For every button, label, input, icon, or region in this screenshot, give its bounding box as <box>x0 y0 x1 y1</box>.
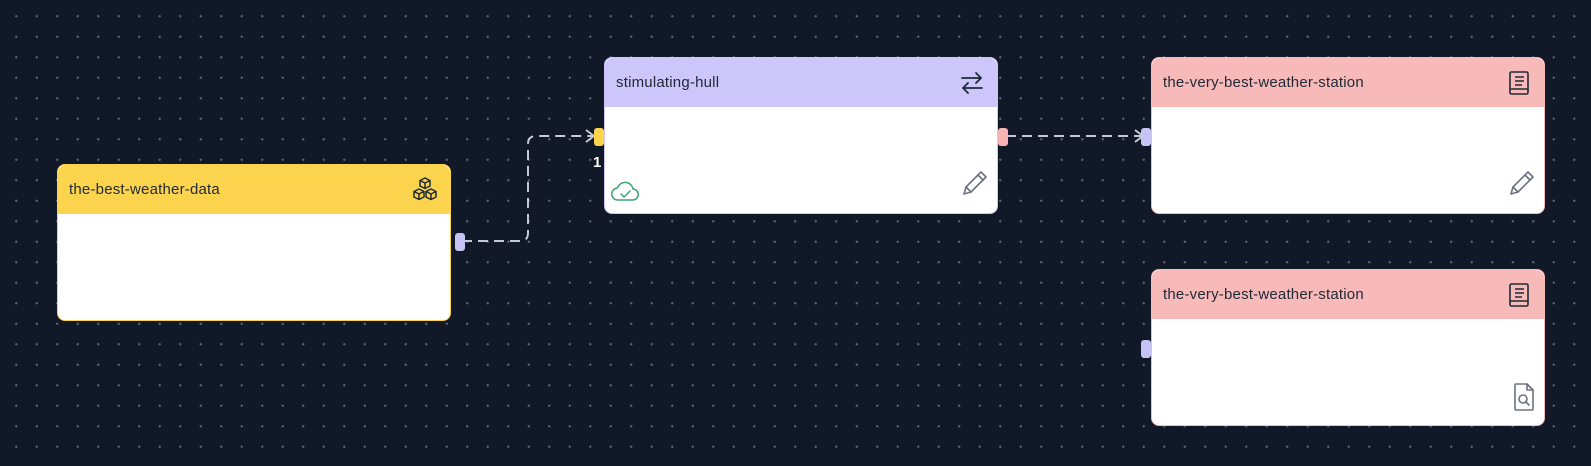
node-output-1-input-handle[interactable] <box>1141 128 1151 146</box>
node-output-1-title: the-very-best-weather-station <box>1163 74 1364 91</box>
pencil-icon[interactable] <box>1506 167 1538 199</box>
node-output-1-body <box>1152 107 1544 213</box>
node-transform[interactable]: stimulating-hull 1 <box>593 57 1008 214</box>
arrows-exchange-icon <box>958 69 986 97</box>
node-transform-header[interactable]: stimulating-hull <box>605 58 997 107</box>
cubes-icon <box>411 176 439 204</box>
node-output-2-title: the-very-best-weather-station <box>1163 286 1364 303</box>
node-dataset-output-handle[interactable] <box>455 233 465 251</box>
node-dataset-header[interactable]: the-best-weather-data <box>58 165 450 214</box>
node-transform-body <box>605 107 997 213</box>
pencil-icon[interactable] <box>959 167 991 199</box>
node-output-2-input-handle[interactable] <box>1141 340 1151 358</box>
node-dataset-body <box>58 214 450 320</box>
edge-dataset-to-transform[interactable] <box>462 135 593 242</box>
node-output-2[interactable]: the-very-best-weather-station <box>1141 269 1545 426</box>
node-transform-title: stimulating-hull <box>616 74 720 91</box>
node-output-1[interactable]: the-very-best-weather-station <box>1141 57 1545 214</box>
node-output-2-body <box>1152 319 1544 425</box>
node-output-2-header[interactable]: the-very-best-weather-station <box>1152 270 1544 319</box>
input-count-label: 1 <box>593 154 602 171</box>
node-output-1-header[interactable]: the-very-best-weather-station <box>1152 58 1544 107</box>
node-dataset-title: the-best-weather-data <box>69 181 220 198</box>
node-transform-output-handle[interactable] <box>998 128 1008 146</box>
cloud-check-icon <box>609 175 641 207</box>
book-icon <box>1505 281 1533 309</box>
node-transform-input-handle[interactable] <box>594 128 604 146</box>
book-icon <box>1505 69 1533 97</box>
file-search-icon[interactable] <box>1508 381 1540 413</box>
edge-arrow-transform <box>585 129 596 143</box>
flow-canvas[interactable]: the-best-weather-data stimulating-hull 1… <box>0 0 1591 466</box>
node-dataset[interactable]: the-best-weather-data <box>57 164 465 321</box>
